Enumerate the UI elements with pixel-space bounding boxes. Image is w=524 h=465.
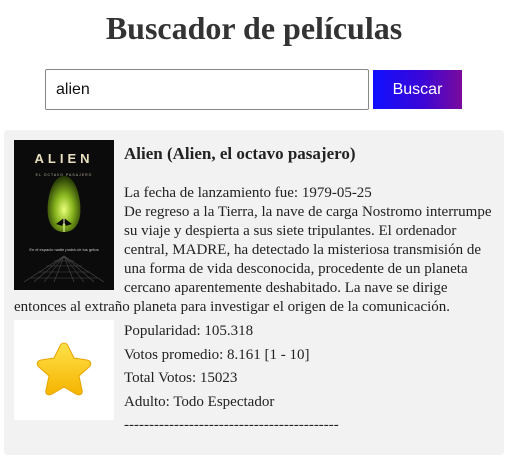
search-input[interactable]: [45, 69, 369, 110]
star-icon: [36, 342, 92, 396]
rating-star: [14, 320, 114, 420]
movie-poster: ALIEN EL OCTAVO PASAJERO En el espacio n…: [14, 140, 114, 290]
search-button[interactable]: Buscar: [373, 70, 462, 109]
poster-ground-grid: [24, 255, 104, 282]
movie-card: ALIEN EL OCTAVO PASAJERO En el espacio n…: [4, 130, 504, 455]
page-title: Buscador de películas: [105, 10, 403, 46]
alien-egg-icon: [47, 176, 81, 232]
search-bar: Buscar: [45, 69, 462, 110]
